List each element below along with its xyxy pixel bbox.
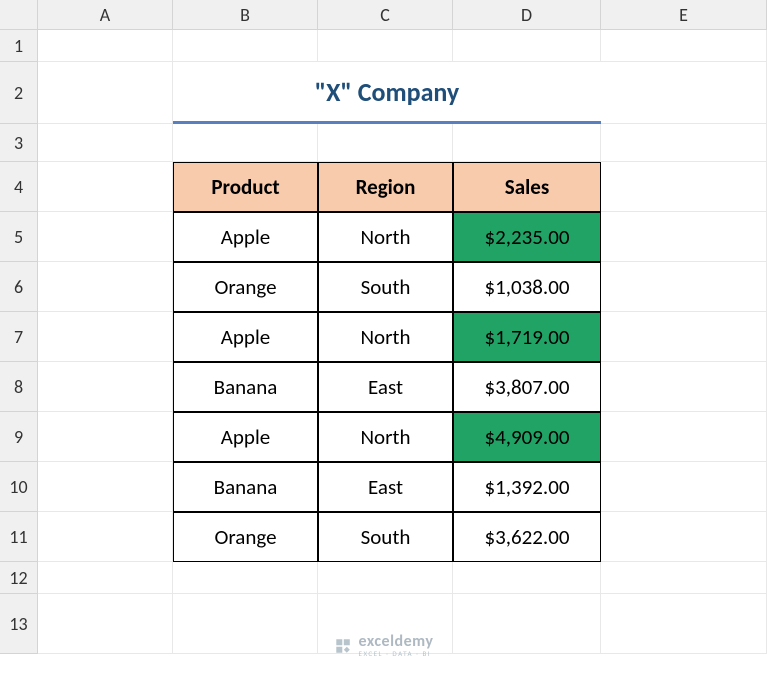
cell-sales-3[interactable]: $3,807.00: [453, 362, 601, 412]
cell-e6[interactable]: [601, 262, 767, 312]
cell-region-5[interactable]: East: [318, 462, 453, 512]
cell-a7[interactable]: [38, 312, 173, 362]
company-title[interactable]: "X" Company: [173, 62, 601, 124]
cell-d3[interactable]: [453, 124, 601, 162]
exceldemy-logo-icon: [334, 637, 352, 655]
cell-a9[interactable]: [38, 412, 173, 462]
cell-c1[interactable]: [318, 30, 453, 62]
cell-a2[interactable]: [38, 62, 173, 124]
cell-e9[interactable]: [601, 412, 767, 462]
cell-a6[interactable]: [38, 262, 173, 312]
cell-sales-4[interactable]: $4,909.00: [453, 412, 601, 462]
cell-d13[interactable]: [453, 594, 601, 654]
cell-region-2[interactable]: North: [318, 312, 453, 362]
cell-region-0[interactable]: North: [318, 212, 453, 262]
cell-c12[interactable]: [318, 562, 453, 594]
col-header-c[interactable]: C: [318, 0, 453, 30]
watermark-brand: exceldemy: [359, 634, 434, 650]
cell-e11[interactable]: [601, 512, 767, 562]
cell-a12[interactable]: [38, 562, 173, 594]
cell-region-3[interactable]: East: [318, 362, 453, 412]
cell-b12[interactable]: [173, 562, 318, 594]
cell-sales-6[interactable]: $3,622.00: [453, 512, 601, 562]
row-header-6[interactable]: 6: [0, 262, 38, 312]
cell-product-0[interactable]: Apple: [173, 212, 318, 262]
cell-region-1[interactable]: South: [318, 262, 453, 312]
header-region[interactable]: Region: [318, 162, 453, 212]
cell-product-2[interactable]: Apple: [173, 312, 318, 362]
cell-a13[interactable]: [38, 594, 173, 654]
cell-product-6[interactable]: Orange: [173, 512, 318, 562]
cell-e4[interactable]: [601, 162, 767, 212]
cell-b13[interactable]: [173, 594, 318, 654]
cell-a3[interactable]: [38, 124, 173, 162]
select-all-corner[interactable]: [0, 0, 38, 30]
header-product[interactable]: Product: [173, 162, 318, 212]
cell-e3[interactable]: [601, 124, 767, 162]
spreadsheet-grid: A B C D E 1 2 "X" Company 3 4 Product Re…: [0, 0, 767, 654]
cell-e10[interactable]: [601, 462, 767, 512]
cell-sales-1[interactable]: $1,038.00: [453, 262, 601, 312]
cell-e1[interactable]: [601, 30, 767, 62]
row-header-1[interactable]: 1: [0, 30, 38, 62]
cell-product-4[interactable]: Apple: [173, 412, 318, 462]
row-header-13[interactable]: 13: [0, 594, 38, 654]
cell-sales-5[interactable]: $1,392.00: [453, 462, 601, 512]
cell-b3[interactable]: [173, 124, 318, 162]
cell-sales-0[interactable]: $2,235.00: [453, 212, 601, 262]
cell-e2[interactable]: [601, 62, 767, 124]
row-header-7[interactable]: 7: [0, 312, 38, 362]
cell-a11[interactable]: [38, 512, 173, 562]
row-header-9[interactable]: 9: [0, 412, 38, 462]
watermark-tagline: EXCEL · DATA · BI: [359, 650, 434, 657]
cell-product-3[interactable]: Banana: [173, 362, 318, 412]
cell-d12[interactable]: [453, 562, 601, 594]
watermark: exceldemy EXCEL · DATA · BI: [334, 634, 434, 657]
cell-product-5[interactable]: Banana: [173, 462, 318, 512]
row-header-2[interactable]: 2: [0, 62, 38, 124]
header-sales[interactable]: Sales: [453, 162, 601, 212]
cell-region-4[interactable]: North: [318, 412, 453, 462]
cell-region-6[interactable]: South: [318, 512, 453, 562]
row-header-8[interactable]: 8: [0, 362, 38, 412]
cell-a1[interactable]: [38, 30, 173, 62]
cell-e13[interactable]: [601, 594, 767, 654]
cell-d1[interactable]: [453, 30, 601, 62]
col-header-b[interactable]: B: [173, 0, 318, 30]
cell-a10[interactable]: [38, 462, 173, 512]
row-header-11[interactable]: 11: [0, 512, 38, 562]
row-header-3[interactable]: 3: [0, 124, 38, 162]
col-header-e[interactable]: E: [601, 0, 767, 30]
cell-product-1[interactable]: Orange: [173, 262, 318, 312]
cell-sales-2[interactable]: $1,719.00: [453, 312, 601, 362]
row-header-5[interactable]: 5: [0, 212, 38, 262]
cell-e12[interactable]: [601, 562, 767, 594]
cell-e7[interactable]: [601, 312, 767, 362]
cell-a5[interactable]: [38, 212, 173, 262]
cell-a8[interactable]: [38, 362, 173, 412]
row-header-10[interactable]: 10: [0, 462, 38, 512]
cell-c3[interactable]: [318, 124, 453, 162]
row-header-4[interactable]: 4: [0, 162, 38, 212]
col-header-d[interactable]: D: [453, 0, 601, 30]
row-header-12[interactable]: 12: [0, 562, 38, 594]
col-header-a[interactable]: A: [38, 0, 173, 30]
cell-e8[interactable]: [601, 362, 767, 412]
cell-a4[interactable]: [38, 162, 173, 212]
cell-b1[interactable]: [173, 30, 318, 62]
cell-e5[interactable]: [601, 212, 767, 262]
